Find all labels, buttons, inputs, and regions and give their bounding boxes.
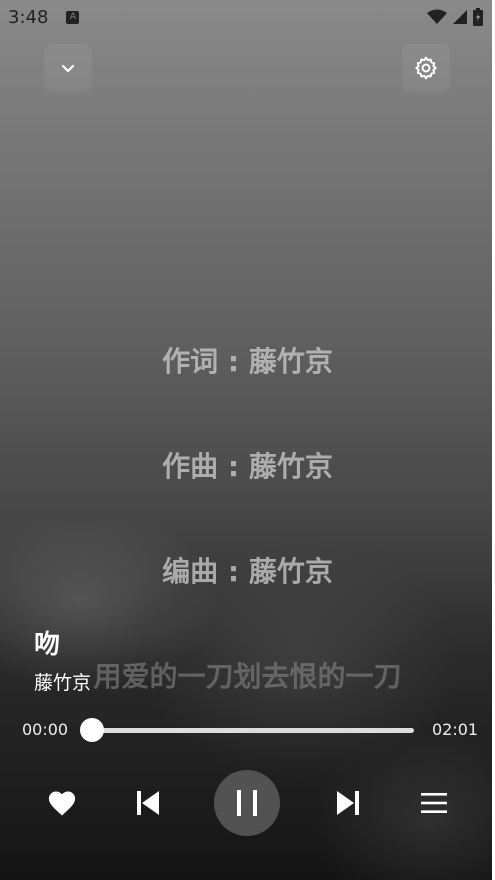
lyric-line[interactable]: 作曲 : 藤竹京	[0, 445, 495, 485]
settings-button[interactable]	[402, 44, 450, 92]
total-time: 02:01	[432, 720, 479, 739]
lyric-line[interactable]: 编曲 : 藤竹京	[0, 550, 495, 590]
current-time: 00:00	[22, 720, 69, 739]
play-pause-button[interactable]	[214, 770, 280, 836]
battery-icon	[473, 8, 483, 26]
skip-next-icon	[337, 791, 359, 815]
notification-icon: A	[66, 10, 80, 24]
status-time: 3:48	[8, 6, 49, 28]
lyric-line[interactable]: 作词 : 藤竹京	[0, 340, 495, 380]
heart-icon	[48, 791, 76, 816]
collapse-button[interactable]	[44, 44, 92, 92]
signal-icon	[453, 10, 467, 24]
gear-icon	[415, 56, 437, 80]
menu-icon	[421, 793, 447, 813]
playlist-button[interactable]	[416, 785, 452, 821]
chevron-down-icon	[61, 64, 75, 73]
progress-thumb[interactable]	[80, 718, 104, 742]
song-title: 吻	[34, 630, 61, 660]
skip-previous-icon	[137, 791, 159, 815]
previous-button[interactable]	[130, 785, 166, 821]
wifi-icon	[427, 9, 447, 24]
status-bar: 3:48 A	[0, 0, 495, 34]
pause-icon	[237, 790, 257, 816]
like-button[interactable]	[44, 785, 80, 821]
next-button[interactable]	[330, 785, 366, 821]
progress-bar[interactable]	[92, 728, 414, 733]
song-artist: 藤竹京	[34, 672, 92, 694]
